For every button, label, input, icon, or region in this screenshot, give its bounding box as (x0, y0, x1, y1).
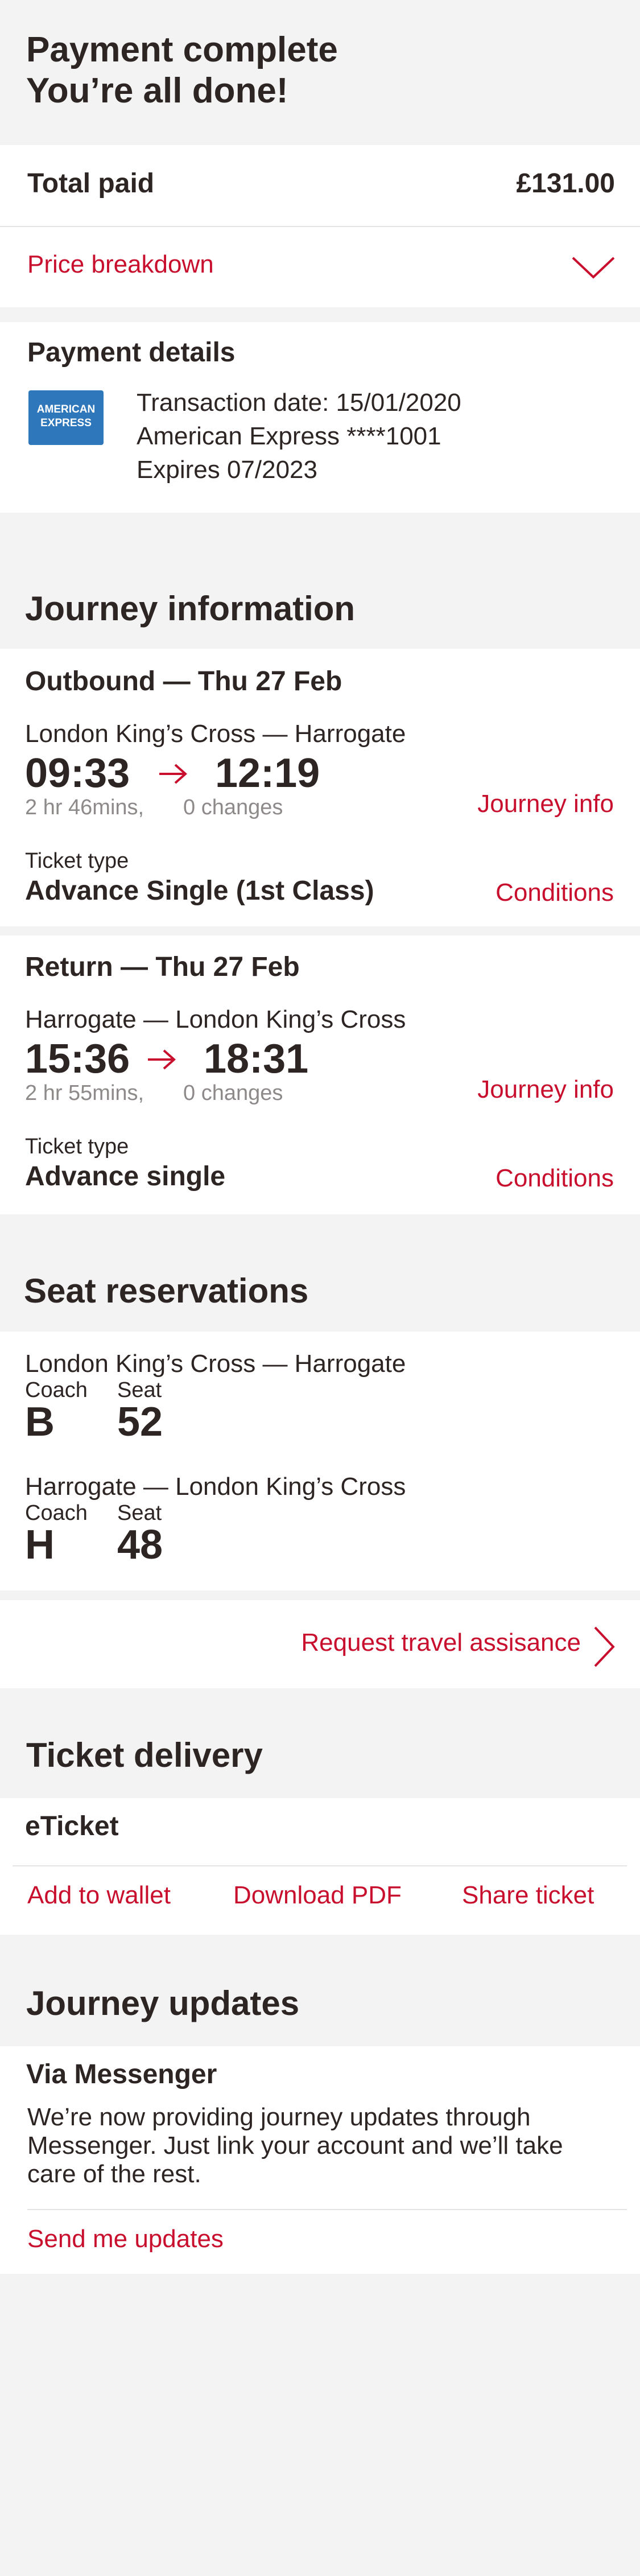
total-card: Total paid £131.00 Price breakdown (0, 145, 640, 307)
seat-item: London King’s Cross — Harrogate (25, 1350, 406, 1378)
outbound-ticket-type-label: Ticket type (25, 849, 129, 873)
delivery-card: eTicket Add to wallet Download PDF Share… (0, 1798, 640, 1935)
total-amount: £131.00 (516, 168, 615, 199)
amex-logo: AMERICAN EXPRESS (28, 390, 104, 445)
return-ticket-type: Advance single (25, 1161, 226, 1192)
updates-body: We’re now providing journey updates thro… (27, 2103, 563, 2188)
assistance-card[interactable]: Request travel assisance (0, 1600, 640, 1688)
chevron-down-icon[interactable] (571, 254, 616, 282)
updates-body-line: care of the rest. (27, 2160, 201, 2188)
add-to-wallet-button[interactable]: Add to wallet (27, 1881, 171, 1910)
arrow-right-icon (148, 1049, 176, 1070)
outbound-journey-info-link[interactable]: Journey info (477, 790, 614, 818)
updates-body-line: We’re now providing journey updates thro… (27, 2103, 531, 2131)
return-heading: Return — Thu 27 Feb (25, 952, 300, 982)
price-breakdown-link[interactable]: Price breakdown (27, 250, 214, 279)
seat-value: 48 (117, 1522, 163, 1568)
share-ticket-button[interactable]: Share ticket (462, 1881, 594, 1910)
amex-logo-line2: EXPRESS (40, 417, 92, 429)
arrow-right-icon (159, 764, 188, 784)
updates-subheading: Via Messenger (26, 2059, 217, 2089)
return-arrive-time: 18:31 (204, 1036, 309, 1082)
outbound-depart-time: 09:33 (25, 751, 130, 796)
request-assistance-link[interactable]: Request travel assisance (301, 1629, 581, 1657)
coach-value: H (25, 1522, 55, 1568)
download-pdf-button[interactable]: Download PDF (233, 1881, 402, 1910)
divider (13, 1865, 627, 1866)
seats-card: London King’s Cross — Harrogate Coach Se… (0, 1332, 640, 1590)
coach-value: B (25, 1399, 55, 1445)
amex-logo-line1: AMERICAN (36, 403, 96, 415)
return-changes: 0 changes (183, 1081, 283, 1105)
outbound-arrive-time: 12:19 (215, 751, 320, 796)
chevron-right-icon[interactable] (592, 1625, 617, 1668)
seats-heading: Seat reservations (24, 1272, 309, 1310)
card-number: American Express ****1001 (137, 422, 441, 450)
transaction-date: Transaction date: 15/01/2020 (137, 389, 461, 417)
send-updates-link[interactable]: Send me updates (27, 2225, 224, 2253)
updates-heading: Journey updates (26, 1984, 300, 2022)
return-depart-time: 15:36 (25, 1036, 130, 1082)
total-label: Total paid (27, 168, 155, 199)
updates-body-line: Messenger. Just link your account and we… (27, 2132, 563, 2159)
return-conditions-link[interactable]: Conditions (496, 1164, 614, 1193)
page-title-line2: You’re all done! (26, 71, 288, 110)
outbound-card: Outbound — Thu 27 Feb London King’s Cros… (0, 649, 640, 926)
outbound-duration: 2 hr 46mins, (25, 796, 144, 819)
outbound-ticket-type: Advance Single (1st Class) (25, 876, 374, 906)
seat-item-route: Harrogate — London King’s Cross (25, 1473, 406, 1501)
return-card: Return — Thu 27 Feb Harrogate — London K… (0, 935, 640, 1214)
divider (27, 2209, 627, 2210)
page-title-line1: Payment complete (26, 30, 338, 69)
delivery-heading: Ticket delivery (26, 1736, 263, 1774)
return-duration: 2 hr 55mins, (25, 1081, 144, 1105)
card-expiry: Expires 07/2023 (137, 456, 317, 484)
payment-info: Transaction date: 15/01/2020 American Ex… (137, 386, 461, 487)
divider (0, 226, 640, 227)
outbound-conditions-link[interactable]: Conditions (496, 879, 614, 907)
page-title: Payment complete You’re all done! (26, 30, 338, 112)
return-ticket-type-label: Ticket type (25, 1135, 129, 1159)
seat-item-route: London King’s Cross — Harrogate (25, 1350, 406, 1378)
return-route: Harrogate — London King’s Cross (25, 1005, 406, 1033)
outbound-route: London King’s Cross — Harrogate (25, 720, 406, 748)
outbound-changes: 0 changes (183, 796, 283, 819)
return-journey-info-link[interactable]: Journey info (477, 1075, 614, 1104)
payment-heading: Payment details (27, 337, 236, 368)
journey-heading: Journey information (25, 590, 356, 628)
seat-value: 52 (117, 1399, 163, 1445)
ticket-type: eTicket (25, 1811, 119, 1841)
outbound-heading: Outbound — Thu 27 Feb (25, 666, 342, 696)
updates-card: Via Messenger We’re now providing journe… (0, 2046, 640, 2274)
payment-card: Payment details AMERICAN EXPRESS Transac… (0, 322, 640, 513)
